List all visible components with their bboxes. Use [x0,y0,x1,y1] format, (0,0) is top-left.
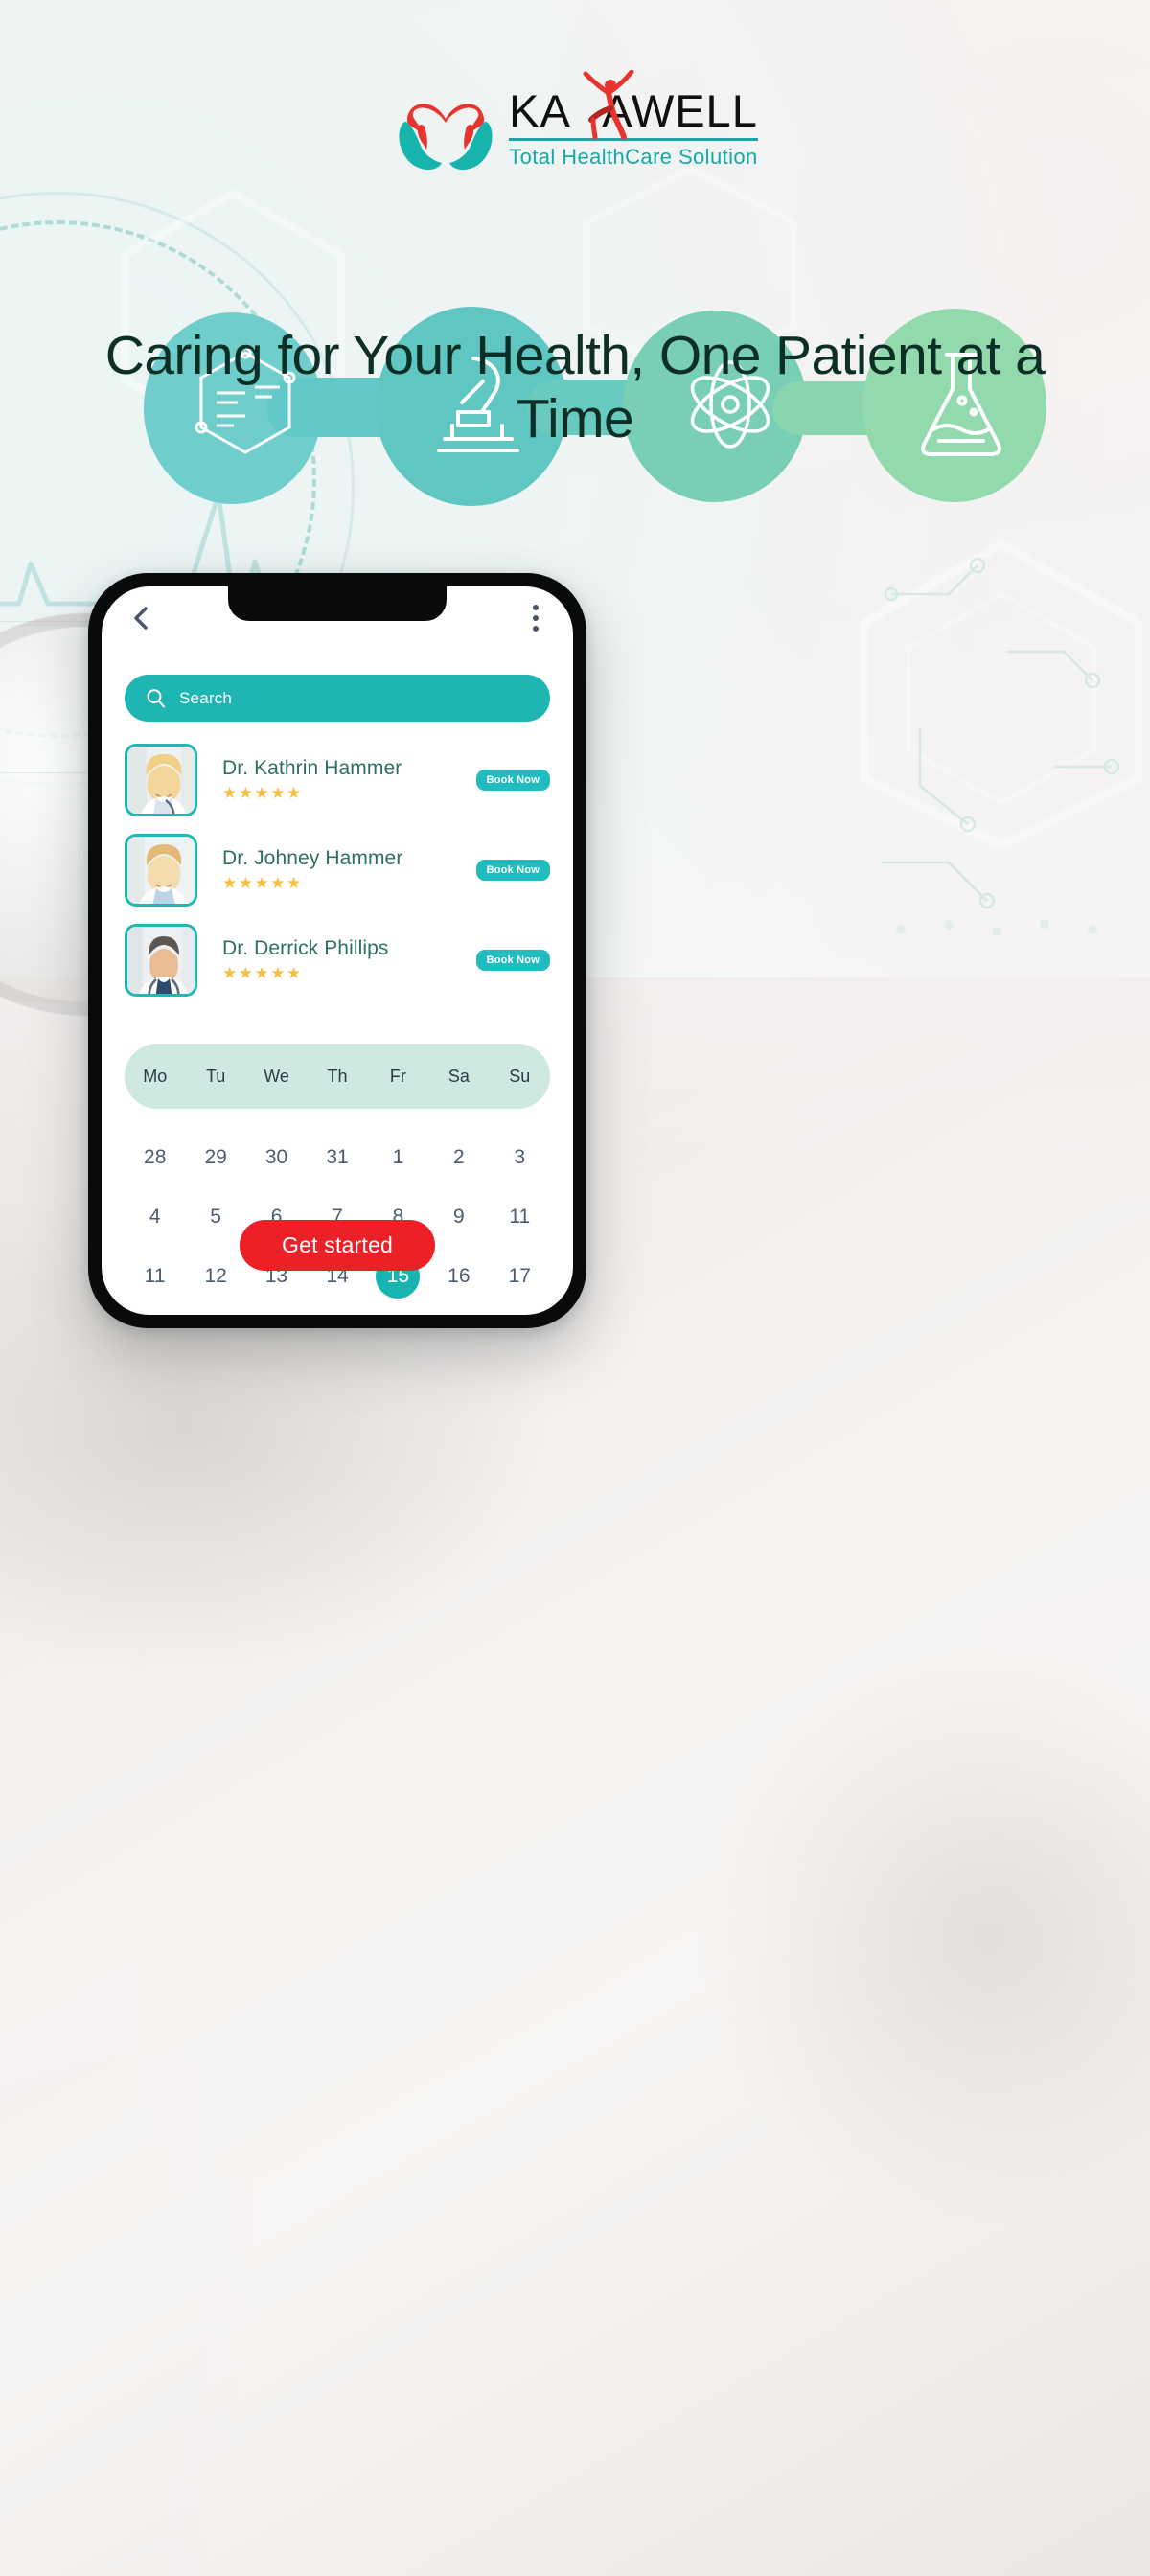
doctor-list: Dr. Kathrin Hammer ★★★★★ Book Now Dr. Jo… [125,735,550,1005]
back-button[interactable] [126,604,155,632]
calendar-day[interactable]: 22 [368,1314,428,1315]
doctor-info: Dr. Kathrin Hammer ★★★★★ [197,757,476,803]
book-now-button[interactable]: Book Now [475,950,550,971]
doctor-avatar-female [127,837,195,904]
chevron-left-icon [134,607,148,630]
list-item[interactable]: Dr. Derrick Phillips ★★★★★ Book Now [125,915,550,1005]
cta-container: Get started [102,1220,573,1271]
rating-stars: ★★★★★ [222,964,303,982]
calendar-day[interactable]: 21 [307,1314,367,1315]
calendar-day[interactable]: 2 [428,1136,489,1180]
calendar-day[interactable]: 3 [490,1136,550,1180]
weekday-label: We [264,1066,289,1086]
calendar-day[interactable]: 30 [246,1136,307,1180]
calendar-day[interactable]: 28 [125,1136,185,1180]
calendar-weekday-header: Mo Tu We Th Fr Sa Su [125,1044,550,1109]
page-title: Caring for Your Health, One Patient at a… [104,325,1046,450]
weekday-label: Sa [448,1066,470,1086]
calendar-day[interactable]: 24 [490,1314,550,1315]
overflow-menu-button[interactable] [523,604,548,632]
get-started-button[interactable]: Get started [240,1220,435,1271]
doctor-name: Dr. Derrick Phillips [222,937,389,959]
doctor-name: Dr. Johney Hammer [222,847,403,869]
phone-screen: Search Dr. Kathrin Hammer ★★★★★ Book Now… [102,586,573,1315]
avatar [125,744,197,816]
kebab-menu-icon [533,605,539,610]
brand-name: KAKAWELL [509,69,758,139]
calendar-day[interactable]: 23 [428,1314,489,1315]
rating-stars: ★★★★★ [222,874,303,892]
book-now-button[interactable]: Book Now [475,770,550,791]
weekday-label: Fr [389,1066,406,1086]
app-topbar [102,586,573,650]
doctor-avatar-male [127,927,195,994]
doctor-info: Dr. Johney Hammer ★★★★★ [197,847,476,893]
app-content: Search Dr. Kathrin Hammer ★★★★★ Book Now… [102,650,573,1315]
calendar-day[interactable]: 19 [185,1314,245,1315]
brand-logo: KAKAWELL Total HealthCare Solution [0,69,1150,172]
weekday-label: Th [327,1066,348,1086]
circuit-dots-decor [882,557,1120,936]
weekday-label: Tu [205,1066,226,1086]
calendar-day[interactable]: 20 [246,1314,307,1315]
kebab-menu-icon [533,615,539,621]
doctor-name: Dr. Kathrin Hammer [222,757,402,779]
rating-stars: ★★★★★ [222,784,303,802]
search-input[interactable]: Search [125,675,550,722]
brand-wordmark: KAKAWELL Total HealthCare Solution [509,69,758,170]
book-now-button[interactable]: Book Now [475,860,550,881]
doctor-avatar-female-blonde [127,747,195,814]
list-item[interactable]: Dr. Johney Hammer ★★★★★ Book Now [125,825,550,915]
calendar-day[interactable]: 31 [307,1136,367,1180]
kebab-menu-icon [533,626,539,632]
search-icon [147,689,165,708]
avatar [125,834,197,907]
running-figure-icon [583,69,634,139]
weekday-label: Su [509,1066,531,1086]
phone-mockup: Search Dr. Kathrin Hammer ★★★★★ Book Now… [88,573,586,1328]
list-item[interactable]: Dr. Kathrin Hammer ★★★★★ Book Now [125,735,550,825]
heart-in-hands-icon [399,104,493,171]
calendar-day[interactable]: 18 [125,1314,185,1315]
avatar [125,924,197,997]
brand-name-prefix: KA [509,84,571,136]
calendar-day[interactable]: 29 [185,1136,245,1180]
search-placeholder: Search [179,688,233,707]
weekday-label: Mo [143,1066,168,1086]
brand-tagline: Total HealthCare Solution [509,144,758,169]
calendar-day[interactable]: 1 [368,1136,428,1180]
doctor-info: Dr. Derrick Phillips ★★★★★ [197,937,476,983]
